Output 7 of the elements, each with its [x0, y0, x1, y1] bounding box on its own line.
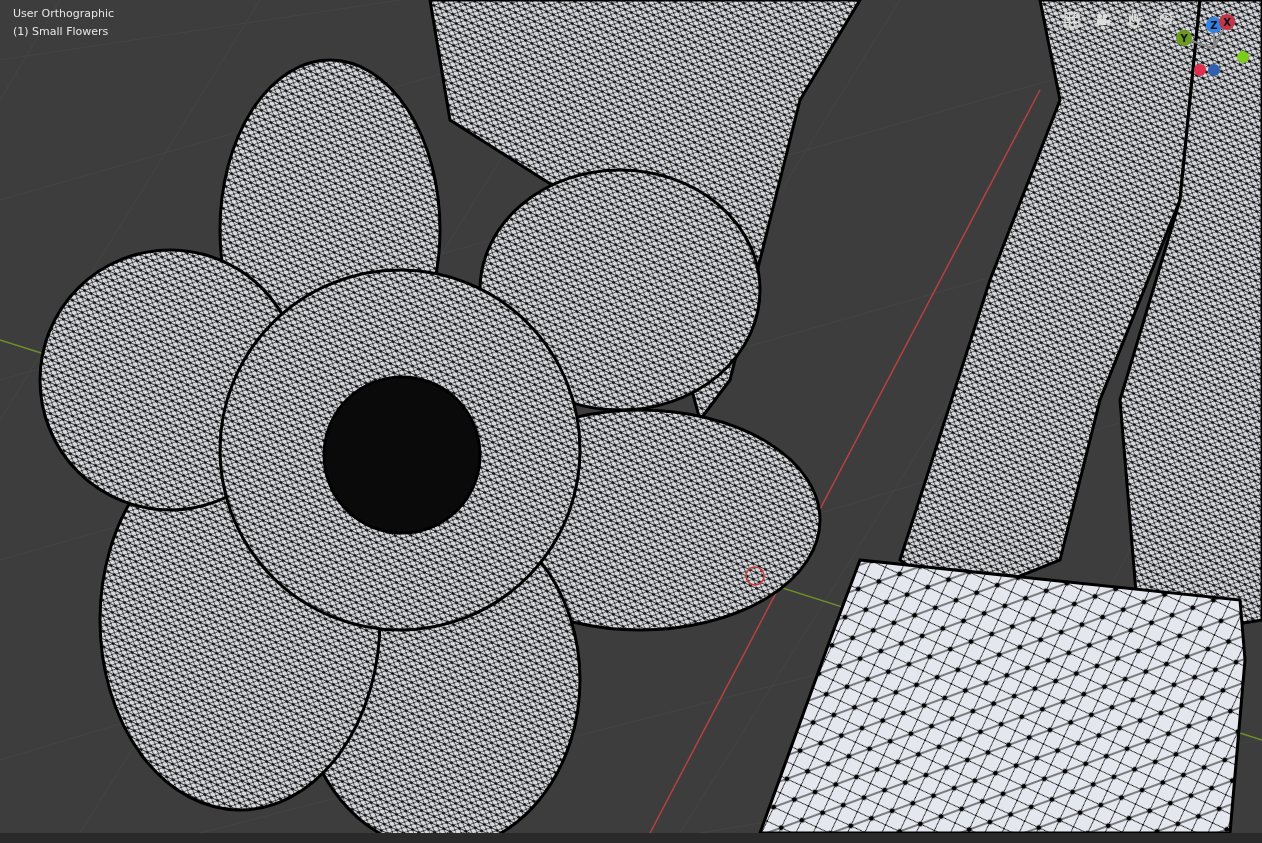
camera-icon[interactable]: [1095, 12, 1111, 28]
3d-cursor-icon: [745, 566, 765, 586]
zoom-icon[interactable]: [1157, 12, 1173, 28]
view-name: User Orthographic: [13, 7, 115, 20]
object-label: (1) Small Flowers: [13, 25, 110, 38]
hand-icon[interactable]: [1126, 12, 1142, 28]
grid-icon[interactable]: [1064, 12, 1080, 28]
